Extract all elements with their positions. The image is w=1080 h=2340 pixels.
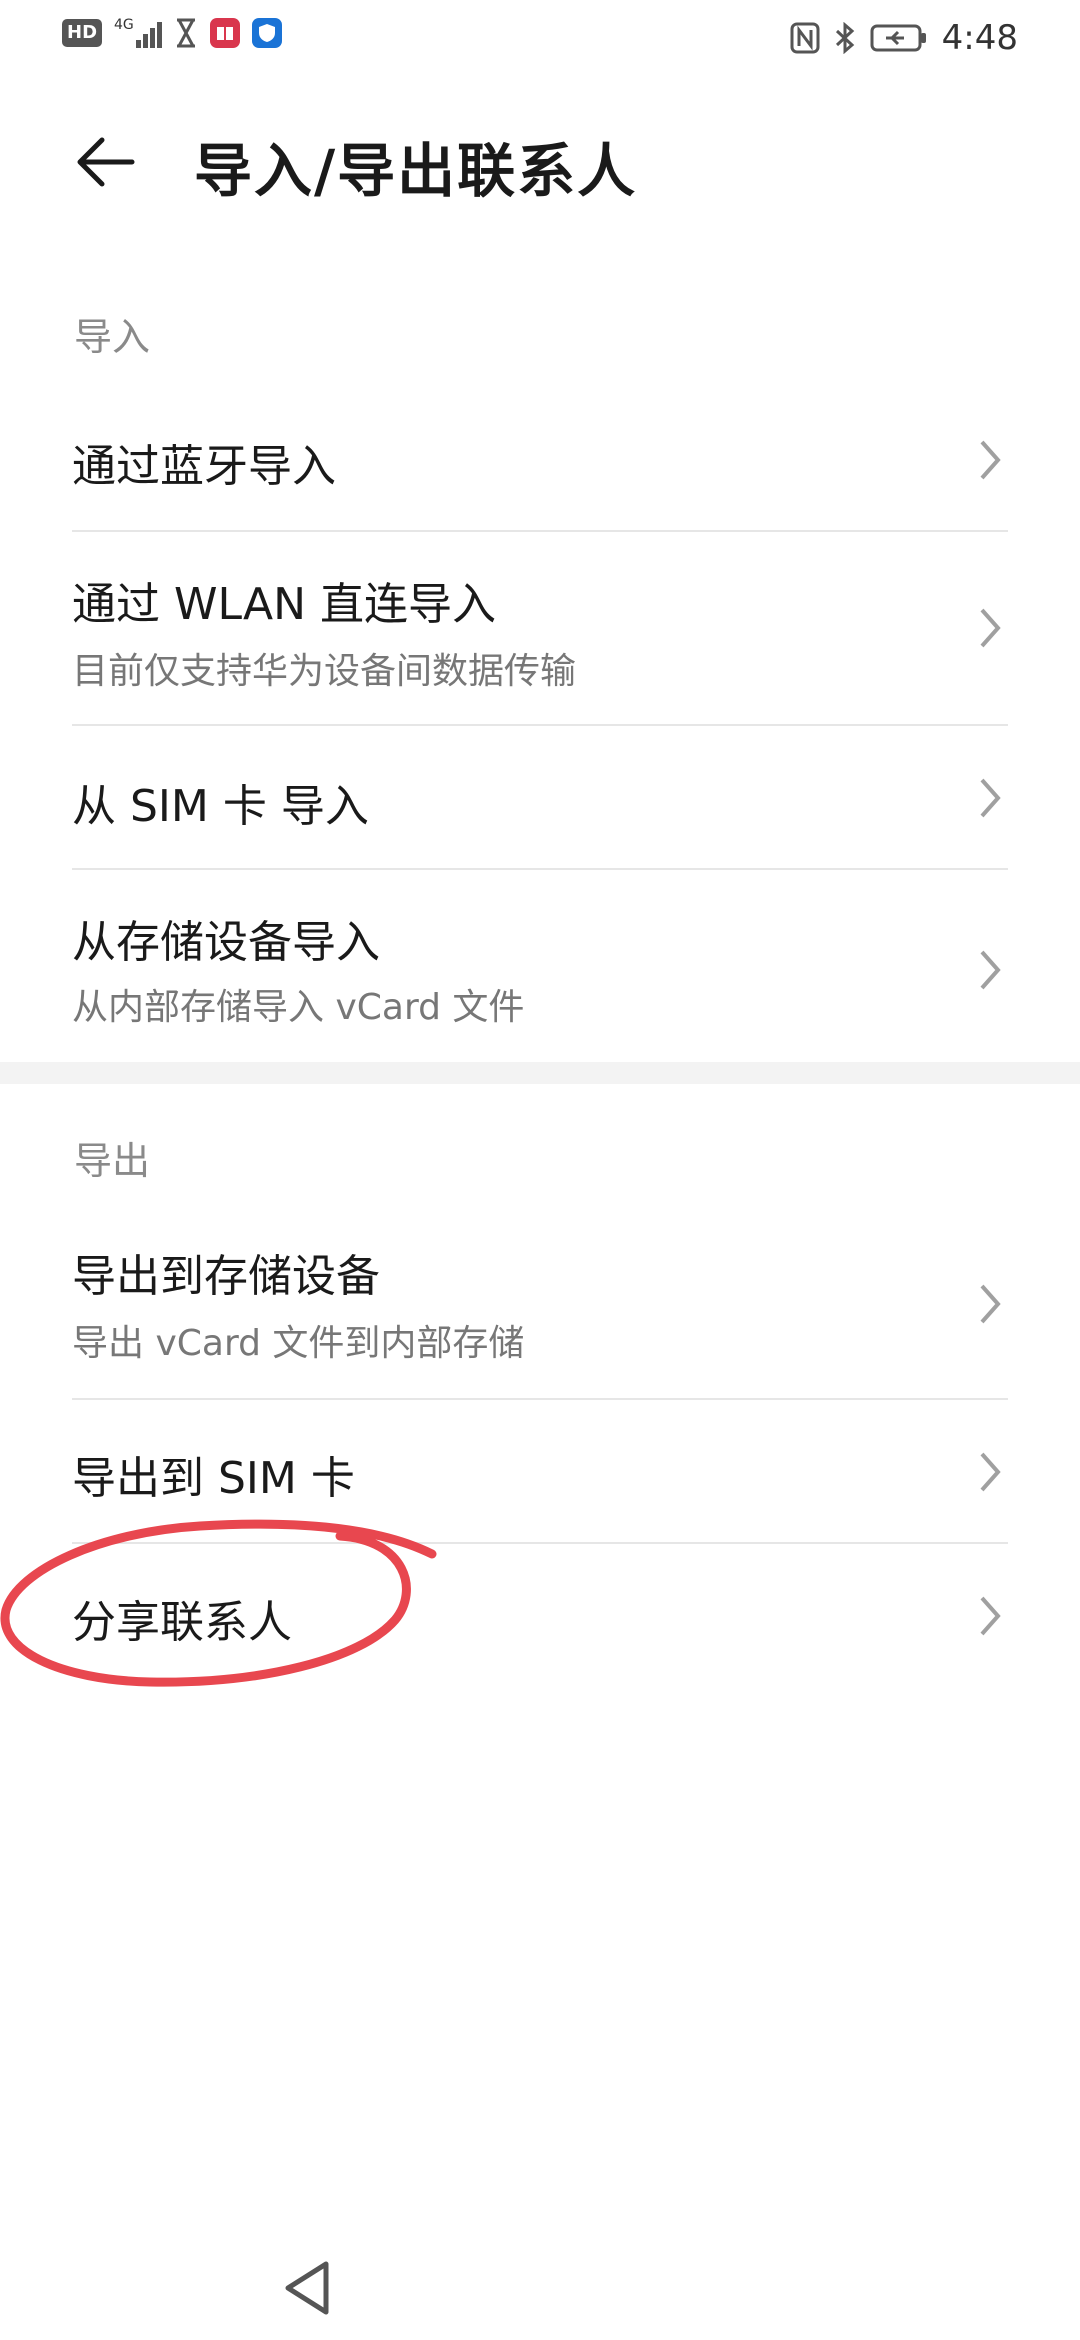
section-label-export: 导出 bbox=[74, 1139, 151, 1183]
chevron-right-icon bbox=[980, 440, 1001, 480]
chevron-right-icon bbox=[980, 1596, 1001, 1636]
chevron-right-icon bbox=[980, 778, 1001, 818]
list-item-import-storage[interactable]: 从存储设备导入 从内部存储导入 vCard 文件 bbox=[72, 870, 1008, 1062]
app-bar: 导入/导出联系人 bbox=[0, 110, 1080, 220]
book-app-icon bbox=[209, 18, 240, 48]
back-arrow-icon[interactable] bbox=[74, 130, 138, 194]
chevron-right-icon bbox=[980, 608, 1001, 648]
list-item-import-sim[interactable]: 从 SIM 卡 导入 bbox=[72, 726, 1008, 868]
system-nav-bar bbox=[0, 2240, 1080, 2340]
section-label-import: 导入 bbox=[74, 315, 151, 359]
list-item-title: 分享联系人 bbox=[72, 1597, 292, 1648]
network-type: 4G bbox=[114, 17, 134, 33]
list-item-title: 导出到存储设备 bbox=[72, 1251, 380, 1302]
list-item-share-contacts[interactable]: 分享联系人 bbox=[72, 1544, 1008, 1686]
list-item-title: 从存储设备导入 bbox=[72, 917, 380, 968]
list-item-subtitle: 目前仅支持华为设备间数据传输 bbox=[72, 651, 577, 692]
list-item-title: 从 SIM 卡 导入 bbox=[72, 781, 369, 832]
list-item-subtitle: 从内部存储导入 vCard 文件 bbox=[72, 987, 525, 1028]
section-separator bbox=[0, 1062, 1080, 1084]
nfc-icon bbox=[790, 22, 820, 54]
chevron-right-icon bbox=[980, 1284, 1001, 1324]
list-item-import-wlan-direct[interactable]: 通过 WLAN 直连导入 目前仅支持华为设备间数据传输 bbox=[72, 532, 1008, 724]
list-item-subtitle: 导出 vCard 文件到内部存储 bbox=[72, 1323, 525, 1364]
shield-app-icon bbox=[251, 18, 282, 48]
list-item-export-sim[interactable]: 导出到 SIM 卡 bbox=[72, 1400, 1008, 1542]
hd-voice-icon: HD bbox=[62, 19, 103, 47]
page-title: 导入/导出联系人 bbox=[194, 137, 638, 205]
hourglass-icon bbox=[176, 18, 195, 48]
list-item-title: 通过蓝牙导入 bbox=[72, 441, 336, 492]
nav-back-icon[interactable] bbox=[280, 2258, 336, 2318]
chevron-right-icon bbox=[980, 1452, 1001, 1492]
list-item-export-storage[interactable]: 导出到存储设备 导出 vCard 文件到内部存储 bbox=[72, 1212, 1008, 1398]
signal-icon: 4G bbox=[114, 18, 162, 48]
clock: 4:48 bbox=[941, 18, 1018, 58]
list-item-import-bluetooth[interactable]: 通过蓝牙导入 bbox=[72, 410, 1008, 530]
bluetooth-icon bbox=[835, 22, 854, 54]
list-item-title: 通过 WLAN 直连导入 bbox=[72, 579, 497, 630]
chevron-right-icon bbox=[980, 950, 1001, 990]
battery-icon bbox=[870, 24, 926, 52]
list-item-title: 导出到 SIM 卡 bbox=[72, 1453, 355, 1504]
status-bar: HD 4G 4:48 bbox=[0, 0, 1080, 72]
